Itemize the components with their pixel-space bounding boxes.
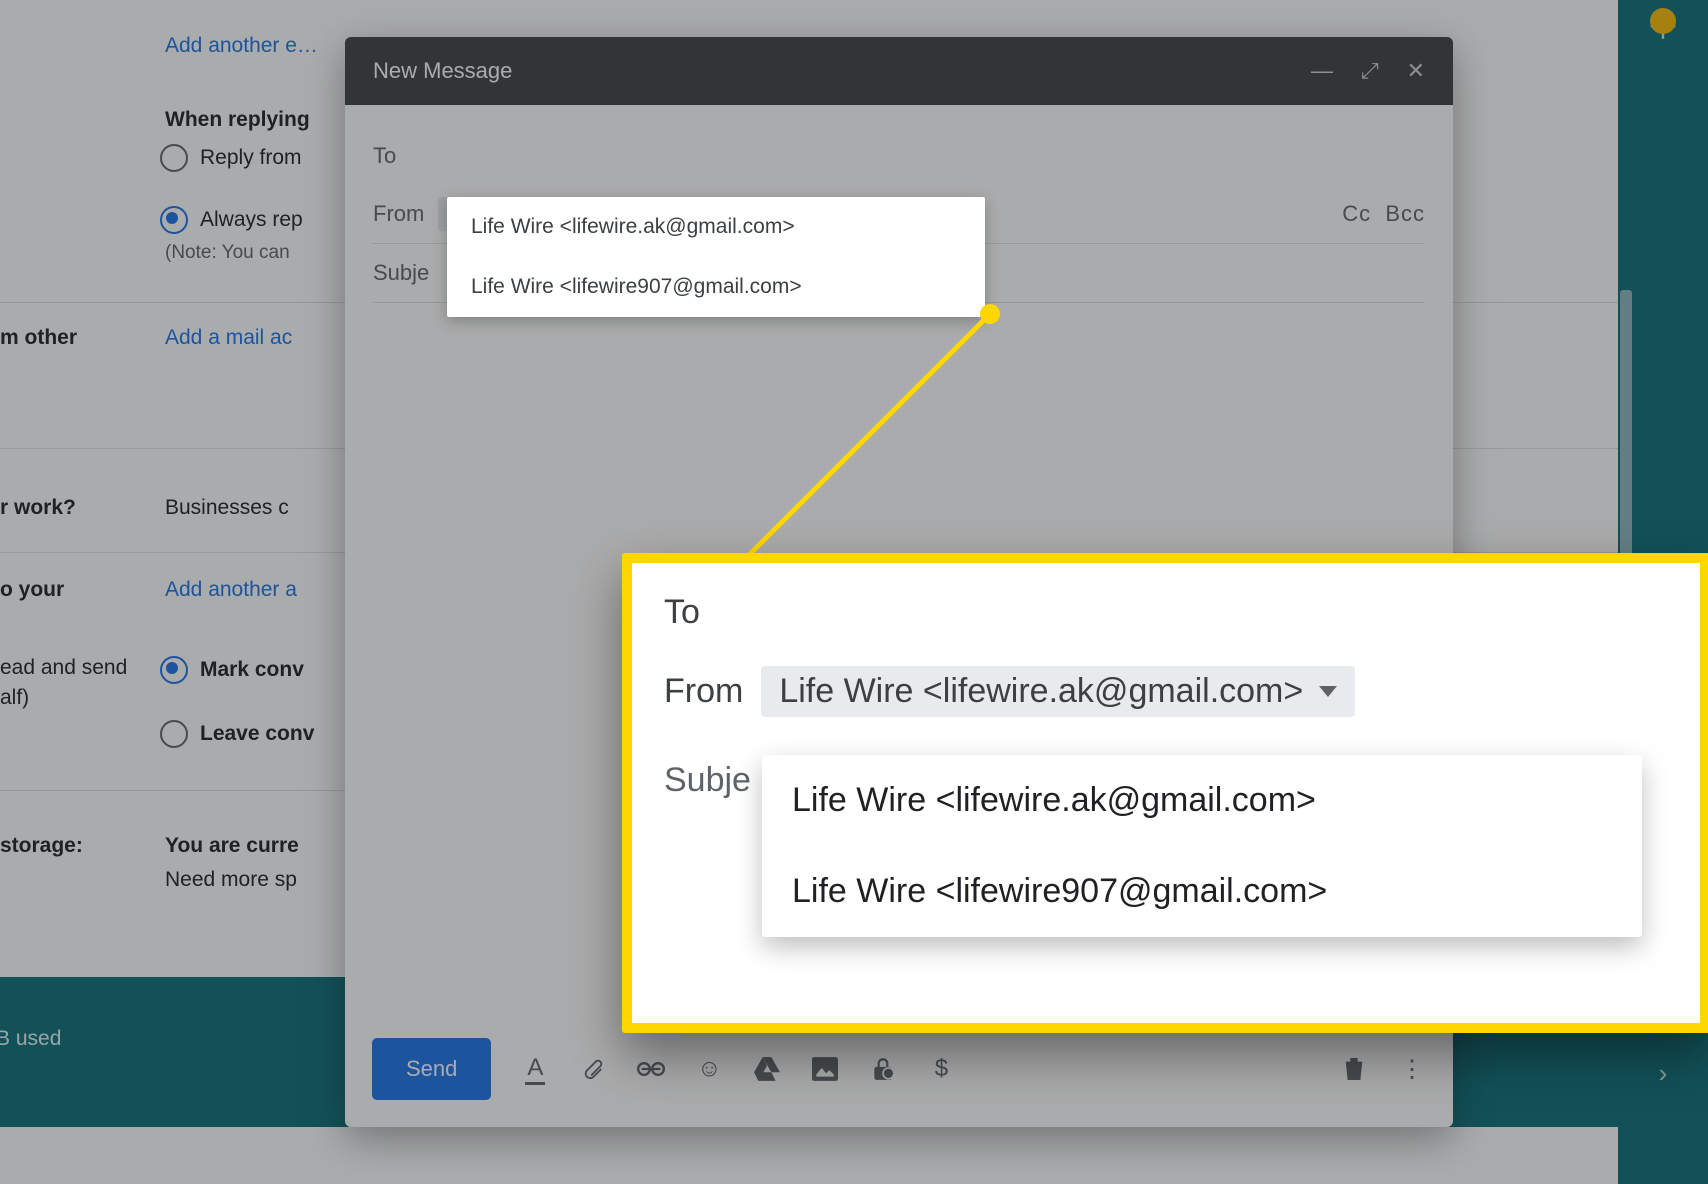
annotation-callout: To From Life Wire <lifewire.ak@gmail.com…: [622, 553, 1708, 1033]
callout-to-label: To: [664, 593, 1668, 632]
always-reply-note: (Note: You can: [165, 242, 290, 264]
callout-from-option-1[interactable]: Life Wire <lifewire907@gmail.com>: [762, 846, 1642, 937]
label-storage: storage:: [0, 834, 83, 858]
close-icon[interactable]: ✕: [1407, 58, 1425, 84]
need-more: Need more sp: [165, 868, 297, 892]
more-options-icon[interactable]: ⋮: [1398, 1055, 1426, 1083]
compose-title: New Message: [373, 58, 512, 84]
attach-file-icon[interactable]: [579, 1055, 607, 1083]
from-dropdown-menu: Life Wire <lifewire.ak@gmail.com> Life W…: [447, 197, 985, 317]
radio-leave-conv[interactable]: [160, 720, 188, 748]
add-mail-account-link[interactable]: Add a mail ac: [165, 326, 292, 350]
compose-toolbar: Send A ☺ $ ⋮: [372, 1038, 1426, 1100]
insert-link-icon[interactable]: [637, 1055, 665, 1083]
collapse-panel-icon[interactable]: ›: [1659, 1058, 1668, 1089]
from-label: From: [373, 201, 424, 227]
text-format-icon[interactable]: A: [521, 1055, 549, 1083]
discard-draft-icon[interactable]: [1340, 1055, 1368, 1083]
fullscreen-icon[interactable]: ⤢: [1361, 58, 1379, 84]
send-button[interactable]: Send: [372, 1038, 491, 1100]
mark-conv-label: Mark conv: [200, 658, 304, 682]
keep-icon[interactable]: [1650, 8, 1676, 34]
add-another-email-link[interactable]: Add another e…: [165, 34, 318, 58]
to-row[interactable]: To: [373, 127, 1425, 185]
compose-titlebar[interactable]: New Message — ⤢ ✕: [345, 37, 1453, 105]
callout-from-dropdown-menu: Life Wire <lifewire.ak@gmail.com> Life W…: [762, 755, 1642, 937]
leave-conv-label: Leave conv: [200, 722, 314, 746]
label-ead-send: ead and send: [0, 656, 127, 680]
radio-mark-conv[interactable]: [160, 656, 188, 684]
subject-label: Subje: [373, 260, 429, 286]
label-o-your: o your: [0, 578, 64, 602]
label-m-other: m other: [0, 326, 77, 350]
reply-from-label: Reply from: [200, 146, 302, 170]
callout-from-label: From: [664, 672, 743, 711]
from-option-1[interactable]: Life Wire <lifewire907@gmail.com>: [447, 257, 985, 317]
cc-button[interactable]: Cc: [1342, 201, 1371, 226]
label-r-work: r work?: [0, 496, 76, 520]
storage-used-text: B used: [0, 1027, 61, 1051]
callout-from-selected: Life Wire <lifewire.ak@gmail.com>: [779, 672, 1303, 711]
when-replying-heading: When replying: [165, 108, 310, 132]
minimize-icon[interactable]: —: [1311, 58, 1333, 84]
from-option-0[interactable]: Life Wire <lifewire.ak@gmail.com>: [447, 197, 985, 257]
insert-photo-icon[interactable]: [811, 1055, 839, 1083]
label-alf: alf): [0, 686, 29, 710]
chevron-down-icon: [1319, 686, 1337, 697]
radio-reply-from[interactable]: [160, 144, 188, 172]
radio-always-reply[interactable]: [160, 206, 188, 234]
bcc-button[interactable]: Bcc: [1385, 201, 1425, 226]
insert-drive-icon[interactable]: [753, 1055, 781, 1083]
always-reply-label: Always rep: [200, 208, 303, 232]
insert-money-icon[interactable]: $: [927, 1055, 955, 1083]
add-another-account-link[interactable]: Add another a: [165, 578, 297, 602]
confidential-mode-icon[interactable]: [869, 1055, 897, 1083]
you-are-curr: You are curre: [165, 834, 299, 858]
to-label: To: [373, 143, 396, 169]
callout-from-dropdown-trigger[interactable]: Life Wire <lifewire.ak@gmail.com>: [761, 666, 1355, 717]
businesses-text: Businesses c: [165, 496, 289, 520]
callout-from-option-0[interactable]: Life Wire <lifewire.ak@gmail.com>: [762, 755, 1642, 846]
insert-emoji-icon[interactable]: ☺: [695, 1055, 723, 1083]
